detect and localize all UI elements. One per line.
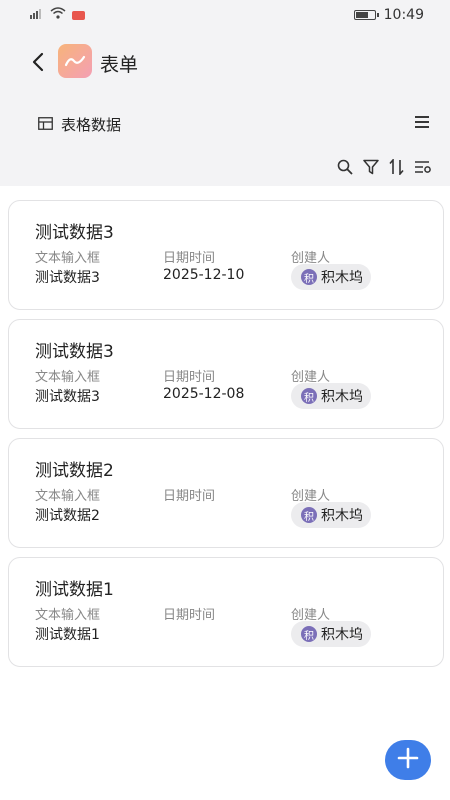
field-label: 日期时间 xyxy=(163,489,216,504)
menu-icon[interactable] xyxy=(414,114,430,130)
creator-chip: 积 积木坞 xyxy=(291,264,371,290)
field-value: 测试数据3 xyxy=(35,270,100,286)
table-icon xyxy=(38,116,53,134)
field-value: 测试数据2 xyxy=(35,508,100,524)
field-value: 2025-12-10 xyxy=(163,267,245,283)
avatar: 积 xyxy=(301,626,317,642)
field-value: 2025-12-08 xyxy=(163,386,245,402)
record-title: 测试数据2 xyxy=(35,461,114,481)
avatar: 积 xyxy=(301,388,317,404)
notification-badge-icon xyxy=(72,10,85,20)
status-time: 10:49 xyxy=(383,7,424,23)
creator-name: 积木坞 xyxy=(321,508,363,524)
record-title: 测试数据3 xyxy=(35,223,114,243)
creator-chip: 积 积木坞 xyxy=(291,621,371,647)
avatar: 积 xyxy=(301,269,317,285)
creator-chip: 积 积木坞 xyxy=(291,502,371,528)
status-bar: 10:49 xyxy=(0,0,450,30)
creator-chip: 积 积木坞 xyxy=(291,383,371,409)
field-value: 测试数据3 xyxy=(35,389,100,405)
view-selector[interactable]: 表格数据 xyxy=(38,114,121,135)
field-label: 文本输入框 xyxy=(35,251,101,266)
field-label: 文本输入框 xyxy=(35,489,101,504)
creator-name: 积木坞 xyxy=(321,627,363,643)
record-card[interactable]: 测试数据1 文本输入框 日期时间 创建人 测试数据1 积 积木坞 xyxy=(8,557,444,667)
filter-icon[interactable] xyxy=(362,158,380,176)
view-name: 表格数据 xyxy=(61,116,122,134)
creator-name: 积木坞 xyxy=(321,270,363,286)
battery-icon xyxy=(353,10,379,20)
list-toolbar xyxy=(336,158,432,176)
avatar: 积 xyxy=(301,507,317,523)
field-label: 日期时间 xyxy=(163,608,216,623)
back-icon[interactable] xyxy=(26,50,50,74)
wifi-icon xyxy=(50,7,66,23)
header: 表单 表格数据 xyxy=(0,30,450,186)
list-settings-icon[interactable] xyxy=(414,158,432,176)
field-label: 文本输入框 xyxy=(35,370,101,385)
record-title: 测试数据1 xyxy=(35,580,114,600)
record-title: 测试数据3 xyxy=(35,342,114,362)
page-title: 表单 xyxy=(100,54,139,76)
field-label: 文本输入框 xyxy=(35,608,101,623)
record-card[interactable]: 测试数据2 文本输入框 日期时间 创建人 测试数据2 积 积木坞 xyxy=(8,438,444,548)
field-label: 日期时间 xyxy=(163,370,216,385)
search-icon[interactable] xyxy=(336,158,354,176)
record-list: 测试数据3 文本输入框 日期时间 创建人 测试数据3 2025-12-10 积 … xyxy=(8,200,444,676)
plus-icon xyxy=(397,747,419,773)
record-card[interactable]: 测试数据3 文本输入框 日期时间 创建人 测试数据3 2025-12-10 积 … xyxy=(8,200,444,310)
app-logo-icon xyxy=(58,44,92,78)
signal-icon xyxy=(30,7,44,23)
record-card[interactable]: 测试数据3 文本输入框 日期时间 创建人 测试数据3 2025-12-08 积 … xyxy=(8,319,444,429)
sort-icon[interactable] xyxy=(388,158,406,176)
creator-name: 积木坞 xyxy=(321,389,363,405)
add-record-button[interactable] xyxy=(385,740,431,780)
field-value: 测试数据1 xyxy=(35,627,100,643)
field-label: 日期时间 xyxy=(163,251,216,266)
